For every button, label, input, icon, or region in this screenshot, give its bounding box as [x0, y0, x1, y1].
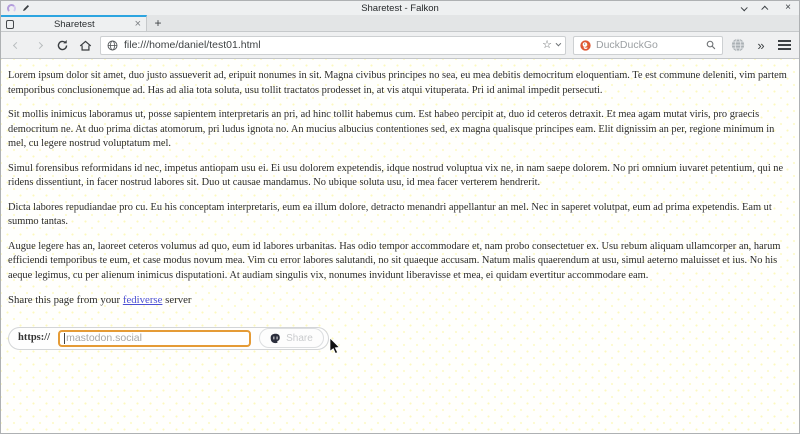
- share-prompt-suffix: server: [162, 294, 191, 306]
- url-input[interactable]: [124, 39, 536, 51]
- search-icon[interactable]: [706, 40, 716, 50]
- navigation-toolbar: ☆ »: [1, 32, 799, 59]
- fediverse-link[interactable]: fediverse: [123, 294, 163, 306]
- paragraph: Augue legere has an, laoreet ceteros vol…: [8, 240, 792, 284]
- home-button[interactable]: [77, 37, 93, 53]
- tab-bar: Sharetest × +: [1, 15, 799, 32]
- search-box[interactable]: [573, 36, 723, 55]
- share-widget: https:// mastodon.social Share: [8, 327, 329, 350]
- minimize-icon[interactable]: [741, 4, 748, 11]
- toolbar-overflow-button[interactable]: »: [753, 37, 769, 53]
- tab-sharetest[interactable]: Sharetest ×: [1, 15, 147, 31]
- search-input[interactable]: [596, 39, 701, 51]
- protocol-label: https://: [18, 331, 50, 346]
- reload-icon[interactable]: [54, 37, 70, 53]
- forward-button[interactable]: [31, 37, 47, 53]
- tab-close-icon[interactable]: ×: [135, 19, 141, 29]
- titlebar: Sharetest - Falkon ×: [1, 1, 799, 15]
- share-prompt-prefix: Share this page from your: [8, 294, 123, 306]
- tab-title: Sharetest: [18, 19, 131, 30]
- address-bar[interactable]: ☆: [100, 36, 566, 55]
- paragraph: Sit mollis inimicus laboramus ut, posse …: [8, 108, 792, 152]
- main-menu-icon[interactable]: [776, 37, 792, 53]
- bookmark-star-icon[interactable]: ☆: [542, 40, 552, 51]
- share-button[interactable]: Share: [259, 328, 324, 348]
- instance-placeholder: mastodon.social: [66, 331, 142, 346]
- duckduckgo-logo-icon: [580, 40, 591, 51]
- page-favicon-icon: [6, 20, 14, 29]
- paragraph: Dicta labores repudiandae pro cu. Eu his…: [8, 201, 792, 230]
- mastodon-icon: [270, 333, 281, 344]
- mouse-cursor: [329, 337, 341, 355]
- instance-input[interactable]: mastodon.social: [58, 330, 251, 347]
- useragent-globe-icon[interactable]: [730, 37, 746, 53]
- bookmark-dropdown-icon[interactable]: [556, 41, 562, 47]
- share-prompt: Share this page from your fediverse serv…: [8, 293, 792, 308]
- window-title: Sharetest - Falkon: [1, 3, 799, 14]
- new-tab-button[interactable]: +: [147, 15, 169, 31]
- share-button-label: Share: [286, 333, 313, 344]
- paragraph: Lorem ipsum dolor sit amet, duo justo as…: [8, 69, 792, 98]
- site-globe-icon: [107, 40, 118, 51]
- browser-window: Sharetest - Falkon × Sharetest × +: [0, 0, 800, 434]
- close-window-icon[interactable]: ×: [785, 3, 791, 13]
- page-content: Lorem ipsum dolor sit amet, duo justo as…: [1, 59, 799, 433]
- back-button[interactable]: [8, 37, 24, 53]
- paragraph: Simul forensibus reformidans id nec, imp…: [8, 162, 792, 191]
- maximize-icon[interactable]: [761, 5, 768, 12]
- text-caret: [64, 333, 65, 344]
